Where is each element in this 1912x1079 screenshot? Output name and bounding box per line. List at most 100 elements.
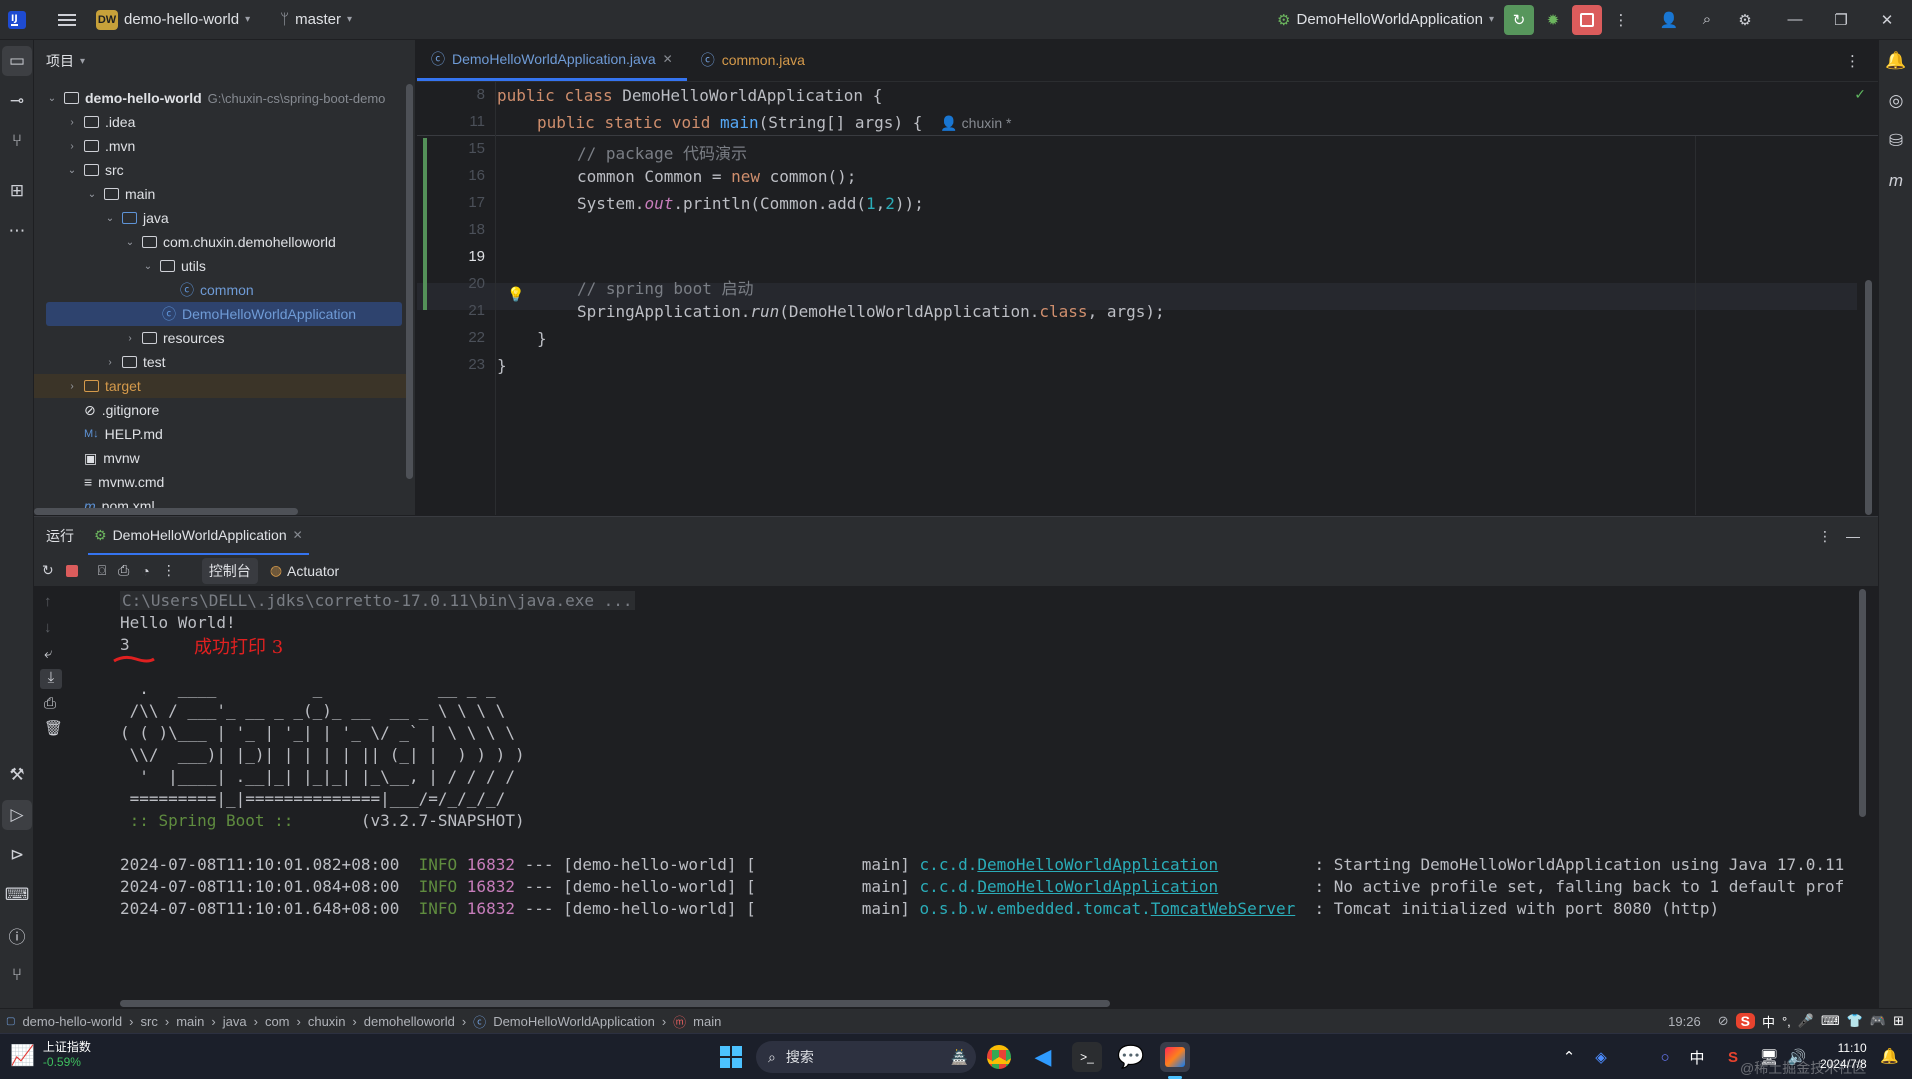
vscode-icon[interactable]: ◀	[1028, 1042, 1058, 1072]
author-inlay[interactable]: 👤 chuxin *	[940, 115, 1011, 131]
cursor-position[interactable]: 19:26	[1668, 1014, 1701, 1029]
chrome-icon[interactable]	[984, 1042, 1014, 1072]
tab-more-icon[interactable]: ⋮	[1845, 52, 1860, 70]
wechat-icon[interactable]: 💬	[1116, 1042, 1146, 1072]
tree-node-common[interactable]: ⓒ common	[180, 278, 254, 302]
scroll-to-end-icon[interactable]: ⤓	[40, 669, 62, 689]
scroll-down-icon[interactable]: ↓	[44, 619, 52, 636]
rerun-icon[interactable]: ↻	[42, 562, 54, 579]
crumb-demohelloworld[interactable]: demohelloworld	[364, 1014, 455, 1029]
crumb-src[interactable]: src	[141, 1014, 158, 1029]
tree-node-help[interactable]: M↓ HELP.md	[84, 422, 163, 446]
tree-horizontal-scrollbar[interactable]	[34, 508, 298, 515]
crumb-main[interactable]: main	[176, 1014, 204, 1029]
problems-icon[interactable]: ⓘ	[2, 920, 32, 950]
tray-cortana-icon[interactable]: ○	[1650, 1042, 1680, 1072]
more-tools-icon[interactable]: ⋯	[2, 216, 32, 246]
taskbar-search[interactable]: ⌕ 搜索 🏯	[756, 1041, 976, 1073]
no-problems-check-icon[interactable]: ✓	[1854, 86, 1866, 103]
keyboard-icon[interactable]: ⌨	[1821, 1013, 1840, 1029]
tree-node-resources[interactable]: › resources	[124, 326, 224, 350]
tree-node-test[interactable]: › test	[104, 350, 165, 374]
close-tab-icon[interactable]: ✕	[293, 528, 303, 542]
log-line-2[interactable]: 2024-07-08T11:10:01.084+08:00 INFO 16832…	[120, 877, 1844, 896]
toolbar-more-icon[interactable]: ⋮	[162, 562, 176, 579]
close-window-icon[interactable]: ✕	[1872, 5, 1902, 35]
skin-icon[interactable]: 👕	[1847, 1013, 1863, 1029]
ai-assistant-icon[interactable]: ◎	[1881, 86, 1911, 116]
crumb-chuxin[interactable]: chuxin	[308, 1014, 346, 1029]
tray-overflow-icon[interactable]: ⌃	[1554, 1042, 1584, 1072]
taskbar-ime[interactable]: 中	[1682, 1042, 1712, 1072]
log-class-link[interactable]: DemoHelloWorldApplication	[977, 877, 1218, 896]
print-icon[interactable]: ⎙	[44, 695, 56, 712]
editor-scrollbar[interactable]	[1865, 280, 1872, 515]
profiler-icon[interactable]: ◔	[141, 563, 149, 579]
minimize-icon[interactable]: —	[1780, 5, 1810, 35]
tree-node-package[interactable]: ⌄ com.chuxin.demohelloworld	[124, 230, 336, 254]
project-panel-header[interactable]: 项目 ▾	[34, 40, 415, 82]
rerun-button[interactable]: ↻	[1504, 4, 1534, 35]
run-config-tab[interactable]: ⚙ DemoHelloWorldApplication ✕	[88, 517, 309, 555]
soft-wrap-icon[interactable]: ⤶	[44, 645, 52, 662]
no-lock-icon[interactable]: ⊘	[1718, 1013, 1729, 1029]
run-more-icon[interactable]: ⋮	[1818, 528, 1832, 545]
stop-button[interactable]	[1572, 4, 1602, 35]
tab-demohelloworldapplication[interactable]: ⓒ DemoHelloWorldApplication.java ✕	[417, 40, 687, 81]
commit-icon[interactable]: ⊸	[2, 86, 32, 116]
tree-node-gitignore[interactable]: ⊘ .gitignore	[84, 398, 159, 422]
hide-panel-icon[interactable]: —	[1846, 528, 1860, 544]
camera-icon[interactable]: ⌼	[98, 562, 106, 579]
tree-node-utils[interactable]: ⌄ utils	[142, 254, 206, 278]
mic-icon[interactable]: 🎤	[1798, 1013, 1814, 1029]
tab-actuator[interactable]: ◍ Actuator	[270, 562, 339, 579]
code-line-19[interactable]: // spring boot 启动	[577, 275, 754, 299]
tree-node-java[interactable]: ⌄ java	[104, 206, 169, 230]
tree-node-target[interactable]: › target	[66, 374, 140, 398]
tab-console[interactable]: 控制台	[201, 557, 258, 584]
project-folder-icon[interactable]: ▭	[2, 46, 32, 76]
tree-node-main[interactable]: ⌄ main	[86, 182, 156, 206]
tab-common[interactable]: ⓒ common.java	[687, 40, 819, 81]
intellij-taskbar-icon[interactable]	[1160, 1042, 1190, 1072]
stop-icon[interactable]	[65, 564, 78, 577]
console-cmd-line[interactable]: C:\Users\DELL\.jdks\corretto-17.0.11\bin…	[120, 591, 635, 610]
crumb-com[interactable]: com	[265, 1014, 290, 1029]
stock-widget[interactable]: 📈 上证指数 -0.59%	[10, 1040, 91, 1070]
log-line-3[interactable]: 2024-07-08T11:10:01.648+08:00 INFO 16832…	[120, 899, 1719, 918]
code-line-15[interactable]: // package 代码演示	[577, 140, 747, 164]
run-tool-icon[interactable]: ▷	[2, 800, 32, 830]
ime-punct-icon[interactable]: °,	[1782, 1014, 1791, 1029]
scroll-up-icon[interactable]: ↑	[44, 593, 52, 610]
sogou-ime-icon[interactable]: S	[1735, 1013, 1755, 1029]
log-class-link[interactable]: DemoHelloWorldApplication	[977, 855, 1218, 874]
tray-app-icon[interactable]: ◈	[1586, 1042, 1616, 1072]
console-horizontal-scrollbar[interactable]	[120, 1000, 1110, 1007]
clear-trash-icon[interactable]: 🗑	[44, 719, 63, 737]
grid-icon[interactable]: ⊞	[1893, 1013, 1904, 1029]
crumb-class[interactable]: DemoHelloWorldApplication	[493, 1014, 655, 1029]
code-line-22[interactable]: }	[497, 356, 507, 375]
tree-node-application[interactable]: ⓒ DemoHelloWorldApplication	[162, 302, 356, 326]
log-line-1[interactable]: 2024-07-08T11:10:01.082+08:00 INFO 16832…	[120, 855, 1844, 874]
services-icon[interactable]: ⊳	[2, 840, 32, 870]
terminal-icon[interactable]: ⌨	[2, 880, 32, 910]
crumb-project[interactable]: demo-hello-world	[22, 1014, 122, 1029]
structure-icon[interactable]: ⊞	[2, 176, 32, 206]
tree-vertical-scrollbar[interactable]	[406, 84, 413, 479]
terminal-app-icon[interactable]: >_	[1072, 1042, 1102, 1072]
main-menu-icon[interactable]	[52, 5, 82, 35]
tree-node-mvnwcmd[interactable]: ≡ mvnw.cmd	[84, 470, 164, 494]
more-actions-icon[interactable]: ⋮	[1606, 5, 1636, 35]
notifications-bell-icon[interactable]: 🔔	[1881, 46, 1911, 76]
tree-root[interactable]: ⌄ demo-hello-world G:\chuxin-cs\spring-b…	[46, 86, 386, 110]
console-vertical-scrollbar[interactable]	[1859, 589, 1866, 817]
branch-switcher[interactable]: ᛘ master ▾	[280, 11, 352, 28]
code-line-21[interactable]: }	[537, 329, 547, 348]
run-config-selector[interactable]: ⚙ DemoHelloWorldApplication ▾	[1277, 11, 1494, 29]
restore-icon[interactable]: ❐	[1826, 5, 1856, 35]
search-icon[interactable]: ⌕	[1692, 5, 1722, 35]
code-line-16[interactable]: common Common = new common();	[577, 167, 856, 186]
notification-center-icon[interactable]: 🔔	[1880, 1047, 1899, 1065]
gamepad-icon[interactable]: 🎮	[1870, 1013, 1886, 1029]
